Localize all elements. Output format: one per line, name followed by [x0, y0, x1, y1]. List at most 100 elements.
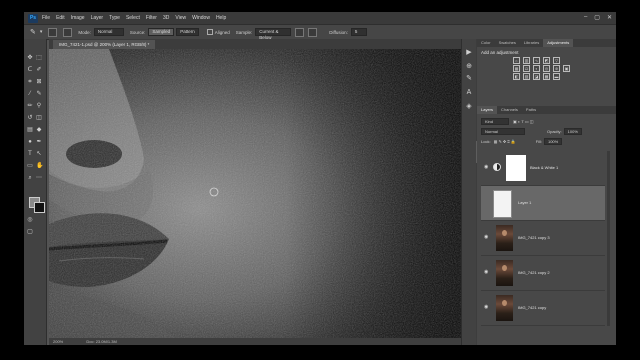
sample-select[interactable]: Current & Below: [255, 28, 292, 40]
path-select-tool-icon[interactable]: ↖: [36, 151, 42, 157]
quick-mask-icon[interactable]: ◎: [27, 217, 33, 223]
photo-filter-icon[interactable]: ◎: [543, 65, 550, 72]
brush-preset-icon[interactable]: ✎: [465, 75, 473, 83]
doc-size-info[interactable]: Doc: 23.0M/1.3M: [86, 339, 116, 344]
quick-select-tool-icon[interactable]: ✐: [36, 67, 42, 73]
fill-field[interactable]: 100%: [543, 137, 563, 145]
tab-adjustments[interactable]: Adjustments: [543, 39, 574, 47]
threshold-icon[interactable]: ◪: [533, 73, 540, 80]
menu-view[interactable]: View: [175, 15, 186, 21]
chevron-down-icon[interactable]: ▾: [40, 29, 43, 35]
zoom-level[interactable]: 200%: [53, 339, 63, 344]
gradient-map-icon[interactable]: ▬: [553, 73, 560, 80]
layer-row-black-white[interactable]: ◉ Black & White 1: [481, 151, 605, 186]
layer-row-copy-3[interactable]: ◉ IMG_7421 copy 3: [481, 221, 605, 256]
layers-scrollbar[interactable]: [607, 151, 610, 326]
filter-type-icons[interactable]: ▣ ◐ T ▭ ◫: [513, 119, 534, 124]
menu-edit[interactable]: Edit: [56, 15, 65, 21]
hue-saturation-icon[interactable]: ▦: [513, 65, 520, 72]
rectangle-tool-icon[interactable]: ▭: [27, 163, 33, 169]
source-pattern-button[interactable]: Pattern: [176, 28, 199, 36]
visibility-eye-icon[interactable]: ◉: [484, 270, 489, 275]
3d-icon[interactable]: ◈: [465, 103, 473, 111]
mode-select[interactable]: Normal: [93, 28, 124, 36]
blur-tool-icon[interactable]: ◆: [36, 127, 42, 133]
tab-swatches[interactable]: Swatches: [495, 39, 520, 47]
layer-row-copy-2[interactable]: ◉ IMG_7421 copy 2: [481, 256, 605, 291]
background-color-swatch[interactable]: [34, 202, 45, 213]
gradient-tool-icon[interactable]: ▤: [27, 127, 33, 133]
close-button[interactable]: ✕: [607, 14, 612, 21]
visibility-eye-icon[interactable]: [484, 200, 489, 204]
dodge-tool-icon[interactable]: ●: [27, 139, 33, 145]
color-balance-icon[interactable]: ⚖: [523, 65, 530, 72]
menu-layer[interactable]: Layer: [91, 15, 104, 21]
adjust-icon[interactable]: ⊕: [465, 63, 473, 71]
brush-tool-icon[interactable]: ✏: [27, 103, 33, 109]
maximize-button[interactable]: ▢: [594, 14, 600, 21]
minimize-button[interactable]: –: [584, 14, 587, 21]
pressure-size-icon[interactable]: [308, 27, 318, 37]
play-icon[interactable]: ▶: [465, 49, 473, 57]
levels-icon[interactable]: ▥: [523, 57, 530, 64]
layer-kind-filter[interactable]: Kind: [481, 117, 509, 125]
tab-layers[interactable]: Layers: [477, 106, 498, 114]
lock-icons[interactable]: ▦ ✎ ✥ ⌗ 🔒: [494, 139, 516, 144]
clone-source-icon[interactable]: [63, 27, 73, 37]
screen-mode-icon[interactable]: ▢: [27, 229, 33, 235]
visibility-eye-icon[interactable]: ◉: [484, 165, 489, 170]
document-canvas[interactable]: [49, 49, 479, 338]
menu-file[interactable]: File: [42, 15, 50, 21]
character-icon[interactable]: A: [465, 89, 473, 97]
ignore-adjustment-layers-icon[interactable]: [295, 27, 305, 37]
frame-tool-icon[interactable]: ⊠: [36, 79, 42, 85]
menu-3d[interactable]: 3D: [163, 15, 169, 21]
marquee-tool-icon[interactable]: ⬚: [36, 55, 42, 61]
pen-tool-icon[interactable]: ✒: [36, 139, 42, 145]
layer-row-copy[interactable]: ◉ IMG_7421 copy: [481, 291, 605, 326]
menu-select[interactable]: Select: [126, 15, 140, 21]
menu-window[interactable]: Window: [192, 15, 210, 21]
diffusion-field[interactable]: 5: [350, 28, 367, 36]
selective-color-icon[interactable]: ▩: [543, 73, 550, 80]
tab-paths[interactable]: Paths: [522, 106, 540, 114]
invert-icon[interactable]: ◧: [513, 73, 520, 80]
more-tools-icon[interactable]: ⋯: [36, 175, 42, 181]
black-white-icon[interactable]: ◐: [533, 65, 540, 72]
hand-tool-icon[interactable]: ✋: [36, 163, 43, 169]
channel-mixer-icon[interactable]: ⊚: [553, 65, 560, 72]
crop-tool-icon[interactable]: ⌗: [27, 79, 33, 85]
tab-channels[interactable]: Channels: [497, 106, 522, 114]
source-sampled-button[interactable]: Sampled: [148, 28, 175, 36]
history-brush-tool-icon[interactable]: ↺: [27, 115, 33, 121]
eraser-tool-icon[interactable]: ◫: [36, 115, 42, 121]
type-tool-icon[interactable]: T: [27, 151, 33, 157]
layer-mask-thumbnail[interactable]: [506, 155, 526, 181]
eyedropper-tool-icon[interactable]: ⁄: [27, 91, 33, 97]
opacity-field[interactable]: 100%: [563, 127, 582, 135]
exposure-icon[interactable]: ◩: [543, 57, 550, 64]
blend-mode-select[interactable]: Normal: [481, 127, 525, 135]
menu-type[interactable]: Type: [109, 15, 120, 21]
curves-icon[interactable]: ∿: [533, 57, 540, 64]
visibility-eye-icon[interactable]: ◉: [484, 235, 489, 240]
brightness-contrast-icon[interactable]: ☼: [513, 57, 520, 64]
healing-brush-tool-icon[interactable]: ✎: [30, 28, 36, 36]
posterize-icon[interactable]: ▨: [523, 73, 530, 80]
document-tab[interactable]: IMG_7421-1.psd @ 200% (Layer 1, RGB/8) *: [53, 40, 156, 49]
clone-stamp-tool-icon[interactable]: ⚲: [36, 103, 42, 109]
aligned-checkbox[interactable]: [206, 29, 213, 35]
layer-row-layer-1[interactable]: Layer 1: [481, 186, 605, 221]
brush-settings-icon[interactable]: [48, 27, 58, 37]
tab-libraries[interactable]: Libraries: [520, 39, 543, 47]
menu-filter[interactable]: Filter: [146, 15, 157, 21]
zoom-tool-icon[interactable]: ⌕: [27, 175, 33, 181]
vibrance-icon[interactable]: ▽: [553, 57, 560, 64]
menu-image[interactable]: Image: [71, 15, 85, 21]
lasso-tool-icon[interactable]: ᑕ: [27, 67, 33, 73]
menu-help[interactable]: Help: [216, 15, 226, 21]
spot-healing-tool-icon[interactable]: ✎: [36, 91, 42, 97]
move-tool-icon[interactable]: ✥: [27, 55, 33, 61]
tab-color[interactable]: Color: [477, 39, 495, 47]
color-lookup-icon[interactable]: ▣: [563, 65, 570, 72]
